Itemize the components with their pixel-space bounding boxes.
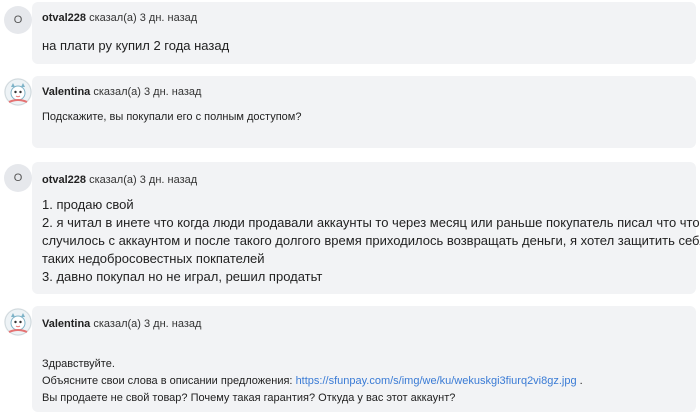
- message-line: 1. продаю свой: [42, 197, 134, 212]
- message-line: 2. я читал в инете что когда люди продав…: [42, 215, 700, 230]
- message-line: на плати ру купил 2 года назад: [42, 38, 230, 53]
- avatar-letter: O: [13, 14, 23, 26]
- explain-prefix: Объясните свои слова в описании предложе…: [42, 375, 296, 387]
- message-question: Вы продаете не свой товар? Почему такая …: [42, 392, 456, 404]
- message-text: на плати ру купил 2 года назад: [42, 37, 688, 55]
- user-avatar[interactable]: O: [4, 164, 32, 192]
- message-text: Здравствуйте. Объясните свои слова в опи…: [42, 356, 688, 407]
- message-header: Valentina сказал(а) 3 дн. назад: [42, 86, 201, 98]
- valentina-avatar-icon[interactable]: [4, 78, 32, 106]
- action-text: сказал(а): [93, 86, 141, 98]
- message-header: otval228 сказал(а) 3 дн. назад: [42, 12, 197, 24]
- action-text: сказал(а): [89, 174, 137, 186]
- action-text: сказал(а): [89, 12, 137, 24]
- message-bubble: Valentina сказал(а) 3 дн. назад Здравств…: [32, 306, 696, 412]
- explain-suffix: .: [576, 375, 583, 387]
- timestamp: 3 дн. назад: [144, 86, 202, 98]
- action-text: сказал(а): [93, 318, 141, 330]
- user-avatar[interactable]: O: [4, 6, 32, 34]
- message-line: таких недобросовестных покпателей: [42, 251, 265, 266]
- timestamp: 3 дн. назад: [139, 12, 198, 24]
- message-header: otval228 сказал(а) 3 дн. назад: [42, 174, 197, 186]
- message-bubble: Valentina сказал(а) 3 дн. назад Подскажи…: [32, 76, 696, 148]
- message-text: Подскажите, вы покупали его с полным дос…: [42, 109, 688, 126]
- message-text: 1. продаю свой 2. я читал в инете что ко…: [42, 196, 700, 286]
- chat-message: Valentina сказал(а) 3 дн. назад Здравств…: [0, 306, 700, 412]
- avatar-letter: O: [13, 172, 23, 184]
- message-line: Объясните свои слова в описании предложе…: [42, 373, 688, 390]
- timestamp: 3 дн. назад: [144, 318, 202, 330]
- message-line: Подскажите, вы покупали его с полным дос…: [42, 111, 302, 123]
- valentina-avatar-icon[interactable]: [4, 308, 32, 336]
- image-link[interactable]: https://sfunpay.com/s/img/we/ku/wekuskgi…: [296, 375, 577, 387]
- message-line: 3. давно покупал но не играл, решил прод…: [42, 269, 323, 284]
- author-name[interactable]: Valentina: [42, 318, 90, 330]
- message-bubble: otval228 сказал(а) 3 дн. назад 1. продаю…: [32, 162, 700, 294]
- message-header: Valentina сказал(а) 3 дн. назад: [42, 318, 201, 330]
- author-name[interactable]: Valentina: [42, 86, 90, 98]
- message-line: случилось с аккаунтом и после такого дол…: [42, 233, 700, 248]
- message-bubble: otval228 сказал(а) 3 дн. назад на плати …: [32, 2, 696, 64]
- chat-message: O otval228 сказал(а) 3 дн. назад 1. прод…: [0, 162, 700, 296]
- message-greeting: Здравствуйте.: [42, 358, 115, 370]
- chat-message: Valentina сказал(а) 3 дн. назад Подскажи…: [0, 76, 700, 152]
- author-name[interactable]: otval228: [42, 12, 86, 24]
- author-name[interactable]: otval228: [42, 174, 86, 186]
- chat-message: O otval228 сказал(а) 3 дн. назад на плат…: [0, 2, 700, 66]
- timestamp: 3 дн. назад: [139, 174, 198, 186]
